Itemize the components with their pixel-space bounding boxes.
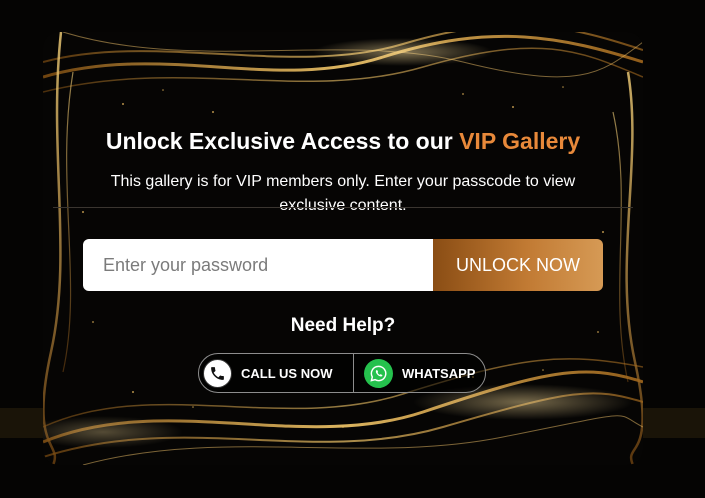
modal-subtitle: This gallery is for VIP members only. En… — [110, 173, 576, 214]
contact-buttons: CALL US NOW WHATSAPP — [198, 353, 486, 393]
whatsapp-icon — [364, 358, 393, 388]
need-help-heading: Need Help? — [290, 315, 396, 336]
password-input[interactable] — [83, 239, 433, 291]
modal-title: Unlock Exclusive Access to our VIP Galle… — [43, 128, 643, 155]
vip-access-modal: Unlock Exclusive Access to our VIP Galle… — [43, 32, 643, 465]
phone-icon — [203, 358, 232, 388]
whatsapp-button[interactable]: WHATSAPP — [353, 354, 483, 392]
title-highlight: VIP Gallery — [459, 128, 581, 154]
unlock-now-button[interactable]: UNLOCK NOW — [433, 239, 603, 291]
call-us-button[interactable]: CALL US NOW — [203, 354, 351, 392]
whatsapp-label: WHATSAPP — [402, 365, 476, 381]
title-text: Unlock Exclusive Access to our — [105, 128, 460, 154]
divider — [53, 207, 633, 208]
call-us-label: CALL US NOW — [241, 365, 333, 381]
